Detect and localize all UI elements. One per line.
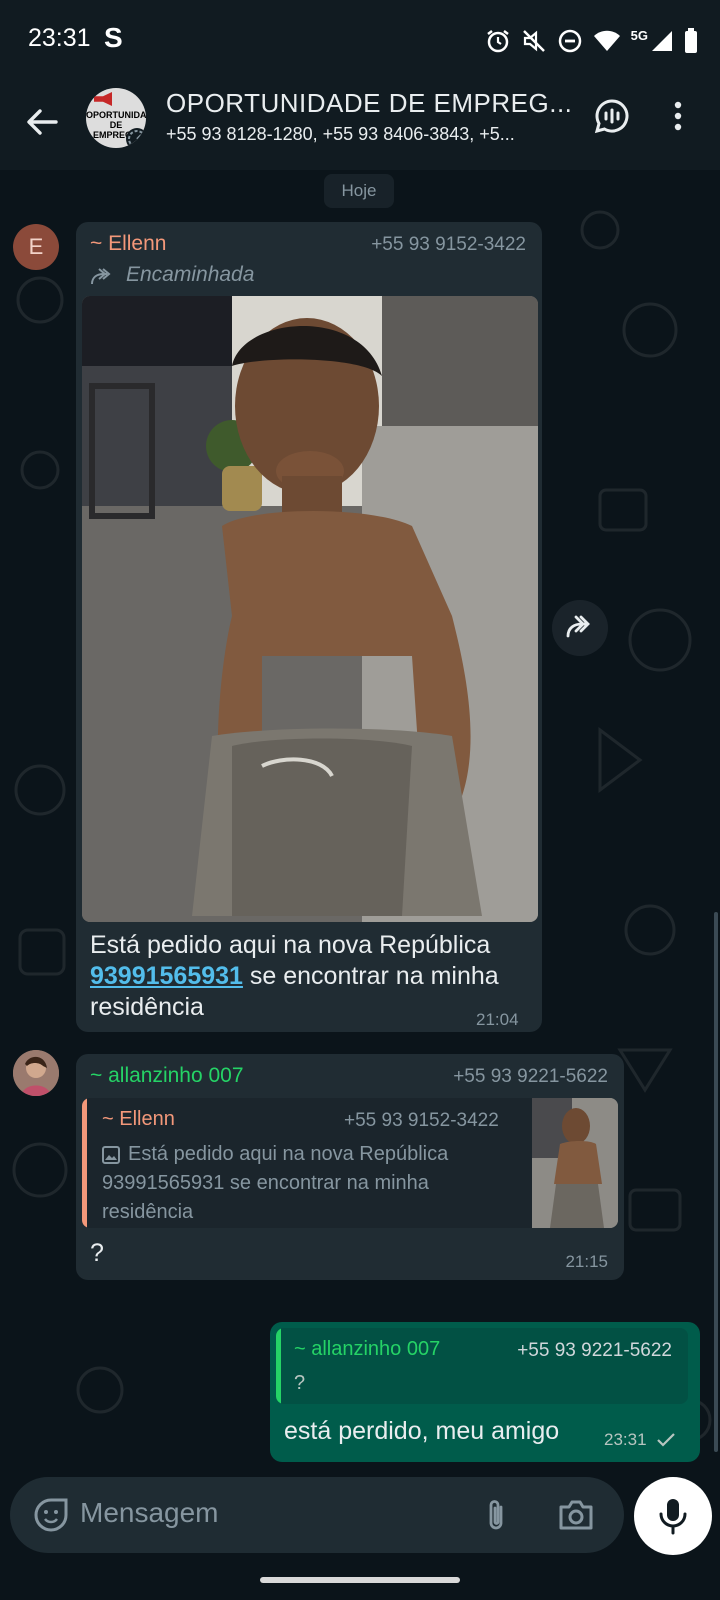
quote-accent-bar: [82, 1098, 87, 1228]
network-type: 5G: [630, 27, 648, 43]
sticker-icon[interactable]: [34, 1498, 68, 1532]
chat-participants[interactable]: +55 93 8128-1280, +55 93 8406-3843, +5..…: [166, 124, 515, 145]
quoted-message[interactable]: ~ allanzinho 007 +55 93 9221-5622 ?: [276, 1328, 688, 1404]
chat-header: OPORTUNIDADE DE EMPREGO OPORTUNIDADE DE …: [0, 80, 720, 170]
status-time: 23:31: [28, 24, 91, 52]
sender-avatar-allanzinho[interactable]: [13, 1050, 59, 1096]
voice-chat-icon[interactable]: [594, 98, 630, 134]
more-options-icon[interactable]: [670, 100, 686, 132]
message-input[interactable]: Mensagem: [80, 1497, 219, 1529]
message-text: Está pedido aqui na nova República 93991…: [90, 930, 520, 1023]
message-bubble-outgoing[interactable]: ~ allanzinho 007 +55 93 9221-5622 ? está…: [270, 1322, 700, 1462]
disappearing-timer-icon: [126, 128, 146, 148]
message-text: está perdido, meu amigo: [284, 1417, 560, 1445]
sender-phone: +55 93 9152-3422: [371, 234, 526, 255]
quote-text: Está pedido aqui na nova República 93991…: [102, 1143, 449, 1223]
quote-phone: +55 93 9221-5622: [517, 1340, 672, 1361]
voice-record-button[interactable]: [634, 1477, 712, 1555]
dnd-icon: [558, 29, 581, 53]
quote-sender: ~ allanzinho 007: [294, 1338, 441, 1360]
forwarded-label: Encaminhada: [126, 263, 255, 286]
message-time: 23:31: [604, 1430, 647, 1449]
chat-title[interactable]: OPORTUNIDADE DE EMPREG...: [166, 88, 572, 119]
megaphone-icon: [94, 92, 112, 106]
quote-phone: +55 93 9152-3422: [344, 1110, 499, 1131]
wifi-icon: [593, 30, 620, 51]
sender-name[interactable]: ~ allanzinho 007: [90, 1064, 244, 1088]
forward-button-icon[interactable]: [552, 600, 608, 656]
date-chip: Hoje: [324, 174, 394, 208]
attach-icon[interactable]: [484, 1497, 508, 1533]
status-bar: 23:31 S 5G: [0, 0, 720, 80]
message-time: 21:15: [565, 1252, 608, 1271]
quote-thumbnail-photo: [532, 1098, 618, 1228]
sender-phone: +55 93 9221-5622: [453, 1066, 608, 1087]
message-text-part1: Está pedido aqui na nova República: [90, 931, 491, 959]
microphone-icon: [659, 1499, 687, 1535]
quote-thumbnail: [532, 1098, 618, 1228]
app-notification-icon: S: [104, 22, 123, 53]
camera-icon[interactable]: [558, 1499, 594, 1531]
sender-avatar-ellenn[interactable]: E: [13, 224, 59, 270]
alarm-icon: [486, 30, 509, 53]
photo-boy-sitting: [82, 296, 538, 922]
mute-icon: [522, 30, 545, 52]
message-time: 21:04: [476, 1010, 519, 1029]
sent-check-icon: [657, 1433, 675, 1447]
quote-sender: ~ Ellenn: [102, 1108, 175, 1130]
status-icons: 5G: [485, 26, 698, 56]
message-photo[interactable]: [82, 296, 538, 922]
back-arrow-icon[interactable]: [22, 102, 62, 142]
quoted-message[interactable]: ~ Ellenn +55 93 9152-3422 Está pedido aq…: [82, 1098, 618, 1228]
system-nav-bar: [0, 1560, 720, 1600]
message-text: ?: [90, 1239, 104, 1267]
battery-icon: [685, 28, 697, 53]
chat-scrollbar[interactable]: [714, 912, 718, 1452]
home-gesture-pill[interactable]: [260, 1577, 460, 1583]
profile-photo: [13, 1050, 59, 1096]
message-input-bar[interactable]: Mensagem: [10, 1477, 624, 1553]
group-avatar[interactable]: OPORTUNIDADE DE EMPREGO: [86, 88, 146, 148]
quote-text: ?: [294, 1372, 306, 1394]
forwarded-icon: [91, 268, 111, 285]
sender-name[interactable]: ~ Ellenn: [90, 232, 166, 256]
chat-area[interactable]: Hoje E ~ Ellenn +55 93 9152-3422 Encamin…: [0, 170, 720, 1515]
message-bubble-reply[interactable]: ~ allanzinho 007 +55 93 9221-5622 ~ Elle…: [76, 1054, 624, 1280]
phone-link[interactable]: 93991565931: [90, 962, 243, 990]
quote-accent-bar: [276, 1328, 281, 1404]
signal-icon: [652, 31, 672, 51]
